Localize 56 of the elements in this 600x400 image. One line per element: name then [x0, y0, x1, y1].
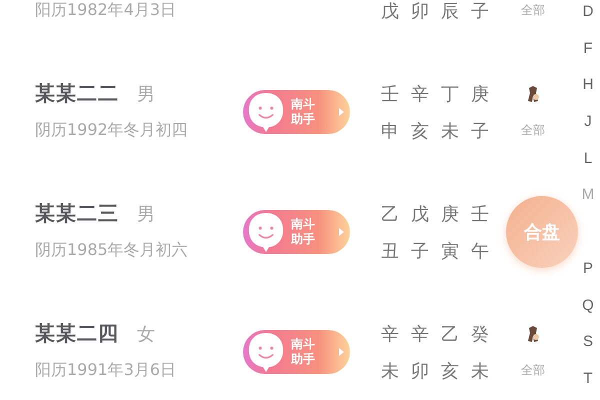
stem-char: 丁 — [440, 82, 460, 106]
branch-char: 卯 — [410, 0, 430, 22]
branch-char: 卯 — [410, 360, 430, 382]
branch-char: 戊 — [380, 0, 400, 22]
smiley-bubble-icon — [247, 211, 285, 253]
index-letter[interactable]: D — [582, 4, 594, 20]
index-letter[interactable]: H — [582, 77, 594, 94]
branch-char: 未 — [380, 360, 400, 382]
branch-char: 亥 — [410, 120, 430, 142]
index-letter[interactable]: T — [583, 370, 593, 387]
stem-char: 乙 — [440, 322, 460, 346]
gender-label: 男 — [137, 82, 155, 106]
contact-name: 某某二三 — [35, 200, 119, 227]
birth-date: 阳历1982年4月3日 — [35, 0, 176, 21]
branch-char: 亥 — [440, 360, 460, 382]
triangle-icon — [339, 108, 344, 116]
stem-char: 乙 — [380, 202, 400, 226]
branch-char: 寅 — [440, 240, 460, 262]
branch-char: 子 — [470, 0, 490, 22]
stem-char: 壬 — [380, 82, 400, 106]
branch-char: 子 — [410, 240, 430, 262]
stem-char: 辛 — [410, 82, 430, 106]
triangle-icon — [339, 348, 344, 356]
index-letter[interactable]: S — [582, 334, 593, 350]
index-letter[interactable]: Q — [582, 298, 594, 314]
contact-name: 某某二二 — [35, 80, 119, 107]
all-label: 全部 — [521, 362, 545, 379]
index-letter[interactable]: P — [582, 260, 593, 277]
branch-char: 丑 — [380, 240, 400, 262]
stem-char: 庚 — [470, 82, 490, 106]
all-label: 全部 — [521, 122, 545, 139]
smiley-bubble-icon — [247, 91, 285, 133]
stem-char: 戊 — [410, 202, 430, 226]
all-label: 全部 — [521, 2, 545, 19]
branch-char: 午 — [470, 240, 490, 262]
branch-char: 子 — [470, 120, 490, 142]
gender-label: 男 — [137, 202, 155, 226]
stem-char: 辛 — [410, 322, 430, 346]
branch-char: 未 — [440, 120, 460, 142]
stem-char: 癸 — [470, 322, 490, 346]
stem-char: 辛 — [380, 322, 400, 346]
stem-char: 壬 — [470, 202, 490, 226]
birth-date: 阴历1985年冬月初六 — [35, 240, 188, 261]
stem-char: 庚 — [440, 202, 460, 226]
smiley-bubble-icon — [247, 331, 285, 373]
triangle-icon — [339, 228, 344, 236]
index-letter[interactable]: J — [584, 114, 592, 130]
branch-char: 申 — [380, 120, 400, 142]
index-letter[interactable]: F — [583, 40, 593, 57]
index-letter[interactable]: L — [584, 150, 592, 167]
branch-char: 辰 — [440, 0, 460, 22]
birth-date: 阴历1992年冬月初四 — [35, 120, 188, 141]
birth-date: 阳历1991年3月6日 — [35, 360, 176, 381]
contact-name: 某某二四 — [35, 320, 119, 347]
branch-char: 未 — [470, 360, 490, 382]
gender-label: 女 — [137, 322, 155, 346]
